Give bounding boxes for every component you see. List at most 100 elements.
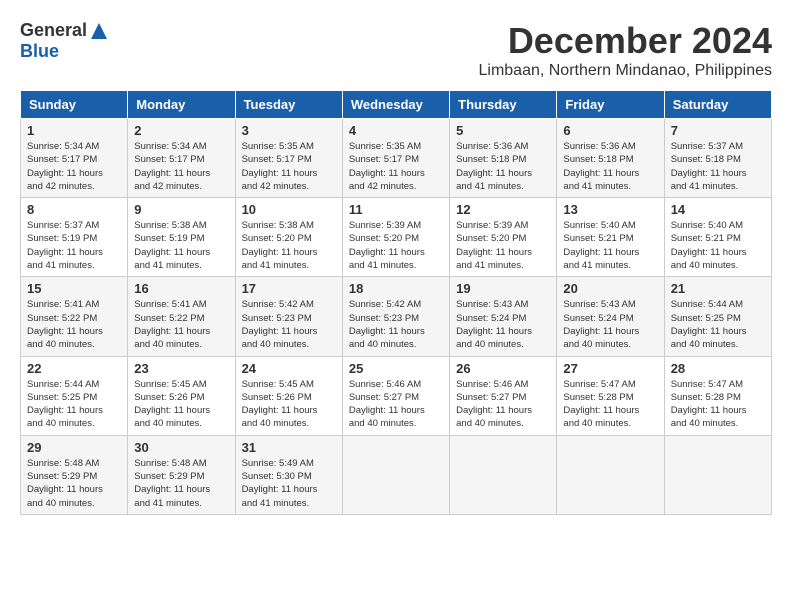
day-number: 10 [242, 202, 336, 217]
table-row: 7 Sunrise: 5:37 AMSunset: 5:18 PMDayligh… [664, 119, 771, 198]
day-info: Sunrise: 5:46 AMSunset: 5:27 PMDaylight:… [349, 379, 425, 430]
day-number: 3 [242, 123, 336, 138]
table-row: 30 Sunrise: 5:48 AMSunset: 5:29 PMDaylig… [128, 435, 235, 514]
header-friday: Friday [557, 91, 664, 119]
table-row: 4 Sunrise: 5:35 AMSunset: 5:17 PMDayligh… [342, 119, 449, 198]
table-row: 21 Sunrise: 5:44 AMSunset: 5:25 PMDaylig… [664, 277, 771, 356]
day-info: Sunrise: 5:38 AMSunset: 5:20 PMDaylight:… [242, 220, 318, 271]
day-info: Sunrise: 5:47 AMSunset: 5:28 PMDaylight:… [671, 379, 747, 430]
day-info: Sunrise: 5:37 AMSunset: 5:18 PMDaylight:… [671, 141, 747, 192]
table-row [664, 435, 771, 514]
day-info: Sunrise: 5:35 AMSunset: 5:17 PMDaylight:… [242, 141, 318, 192]
day-number: 6 [563, 123, 657, 138]
day-number: 1 [27, 123, 121, 138]
day-info: Sunrise: 5:40 AMSunset: 5:21 PMDaylight:… [563, 220, 639, 271]
day-info: Sunrise: 5:46 AMSunset: 5:27 PMDaylight:… [456, 379, 532, 430]
title-section: December 2024 Limbaan, Northern Mindanao… [478, 20, 772, 80]
table-row: 8 Sunrise: 5:37 AMSunset: 5:19 PMDayligh… [21, 198, 128, 277]
table-row: 22 Sunrise: 5:44 AMSunset: 5:25 PMDaylig… [21, 356, 128, 435]
table-row: 28 Sunrise: 5:47 AMSunset: 5:28 PMDaylig… [664, 356, 771, 435]
logo: General Blue [20, 20, 109, 62]
table-row: 27 Sunrise: 5:47 AMSunset: 5:28 PMDaylig… [557, 356, 664, 435]
location-title: Limbaan, Northern Mindanao, Philippines [478, 62, 772, 80]
table-row: 20 Sunrise: 5:43 AMSunset: 5:24 PMDaylig… [557, 277, 664, 356]
day-number: 13 [563, 202, 657, 217]
table-row: 18 Sunrise: 5:42 AMSunset: 5:23 PMDaylig… [342, 277, 449, 356]
table-row: 12 Sunrise: 5:39 AMSunset: 5:20 PMDaylig… [450, 198, 557, 277]
header-sunday: Sunday [21, 91, 128, 119]
day-number: 26 [456, 361, 550, 376]
day-number: 27 [563, 361, 657, 376]
header-tuesday: Tuesday [235, 91, 342, 119]
month-title: December 2024 [478, 20, 772, 62]
day-info: Sunrise: 5:48 AMSunset: 5:29 PMDaylight:… [27, 458, 103, 509]
day-number: 21 [671, 281, 765, 296]
table-row: 6 Sunrise: 5:36 AMSunset: 5:18 PMDayligh… [557, 119, 664, 198]
day-number: 5 [456, 123, 550, 138]
day-info: Sunrise: 5:34 AMSunset: 5:17 PMDaylight:… [27, 141, 103, 192]
day-number: 12 [456, 202, 550, 217]
calendar-week-row: 22 Sunrise: 5:44 AMSunset: 5:25 PMDaylig… [21, 356, 772, 435]
header-saturday: Saturday [664, 91, 771, 119]
day-number: 14 [671, 202, 765, 217]
table-row: 29 Sunrise: 5:48 AMSunset: 5:29 PMDaylig… [21, 435, 128, 514]
table-row: 26 Sunrise: 5:46 AMSunset: 5:27 PMDaylig… [450, 356, 557, 435]
table-row: 17 Sunrise: 5:42 AMSunset: 5:23 PMDaylig… [235, 277, 342, 356]
day-number: 15 [27, 281, 121, 296]
day-number: 29 [27, 440, 121, 455]
table-row: 10 Sunrise: 5:38 AMSunset: 5:20 PMDaylig… [235, 198, 342, 277]
table-row: 9 Sunrise: 5:38 AMSunset: 5:19 PMDayligh… [128, 198, 235, 277]
day-number: 22 [27, 361, 121, 376]
day-number: 7 [671, 123, 765, 138]
logo-general-text: General [20, 20, 87, 41]
day-info: Sunrise: 5:40 AMSunset: 5:21 PMDaylight:… [671, 220, 747, 271]
table-row [450, 435, 557, 514]
day-info: Sunrise: 5:45 AMSunset: 5:26 PMDaylight:… [134, 379, 210, 430]
day-number: 24 [242, 361, 336, 376]
table-row: 24 Sunrise: 5:45 AMSunset: 5:26 PMDaylig… [235, 356, 342, 435]
table-row: 19 Sunrise: 5:43 AMSunset: 5:24 PMDaylig… [450, 277, 557, 356]
day-number: 16 [134, 281, 228, 296]
logo-blue-text: Blue [20, 41, 59, 62]
day-info: Sunrise: 5:44 AMSunset: 5:25 PMDaylight:… [27, 379, 103, 430]
day-info: Sunrise: 5:37 AMSunset: 5:19 PMDaylight:… [27, 220, 103, 271]
table-row: 5 Sunrise: 5:36 AMSunset: 5:18 PMDayligh… [450, 119, 557, 198]
day-number: 28 [671, 361, 765, 376]
day-number: 4 [349, 123, 443, 138]
day-number: 18 [349, 281, 443, 296]
table-row: 11 Sunrise: 5:39 AMSunset: 5:20 PMDaylig… [342, 198, 449, 277]
day-number: 11 [349, 202, 443, 217]
table-row: 14 Sunrise: 5:40 AMSunset: 5:21 PMDaylig… [664, 198, 771, 277]
day-info: Sunrise: 5:43 AMSunset: 5:24 PMDaylight:… [563, 299, 639, 350]
day-info: Sunrise: 5:45 AMSunset: 5:26 PMDaylight:… [242, 379, 318, 430]
day-number: 25 [349, 361, 443, 376]
table-row: 23 Sunrise: 5:45 AMSunset: 5:26 PMDaylig… [128, 356, 235, 435]
table-row: 2 Sunrise: 5:34 AMSunset: 5:17 PMDayligh… [128, 119, 235, 198]
day-info: Sunrise: 5:38 AMSunset: 5:19 PMDaylight:… [134, 220, 210, 271]
header: General Blue December 2024 Limbaan, Nort… [20, 20, 772, 80]
day-number: 23 [134, 361, 228, 376]
table-row: 15 Sunrise: 5:41 AMSunset: 5:22 PMDaylig… [21, 277, 128, 356]
table-row [342, 435, 449, 514]
day-number: 2 [134, 123, 228, 138]
day-info: Sunrise: 5:36 AMSunset: 5:18 PMDaylight:… [456, 141, 532, 192]
calendar-week-row: 1 Sunrise: 5:34 AMSunset: 5:17 PMDayligh… [21, 119, 772, 198]
table-row: 25 Sunrise: 5:46 AMSunset: 5:27 PMDaylig… [342, 356, 449, 435]
day-info: Sunrise: 5:39 AMSunset: 5:20 PMDaylight:… [456, 220, 532, 271]
day-info: Sunrise: 5:48 AMSunset: 5:29 PMDaylight:… [134, 458, 210, 509]
day-number: 17 [242, 281, 336, 296]
day-info: Sunrise: 5:34 AMSunset: 5:17 PMDaylight:… [134, 141, 210, 192]
day-number: 20 [563, 281, 657, 296]
table-row: 31 Sunrise: 5:49 AMSunset: 5:30 PMDaylig… [235, 435, 342, 514]
day-number: 8 [27, 202, 121, 217]
header-wednesday: Wednesday [342, 91, 449, 119]
day-info: Sunrise: 5:41 AMSunset: 5:22 PMDaylight:… [27, 299, 103, 350]
calendar-table: Sunday Monday Tuesday Wednesday Thursday… [20, 90, 772, 515]
header-monday: Monday [128, 91, 235, 119]
day-info: Sunrise: 5:43 AMSunset: 5:24 PMDaylight:… [456, 299, 532, 350]
calendar-header-row: Sunday Monday Tuesday Wednesday Thursday… [21, 91, 772, 119]
day-info: Sunrise: 5:39 AMSunset: 5:20 PMDaylight:… [349, 220, 425, 271]
calendar-week-row: 8 Sunrise: 5:37 AMSunset: 5:19 PMDayligh… [21, 198, 772, 277]
day-number: 31 [242, 440, 336, 455]
logo-icon [89, 21, 109, 41]
